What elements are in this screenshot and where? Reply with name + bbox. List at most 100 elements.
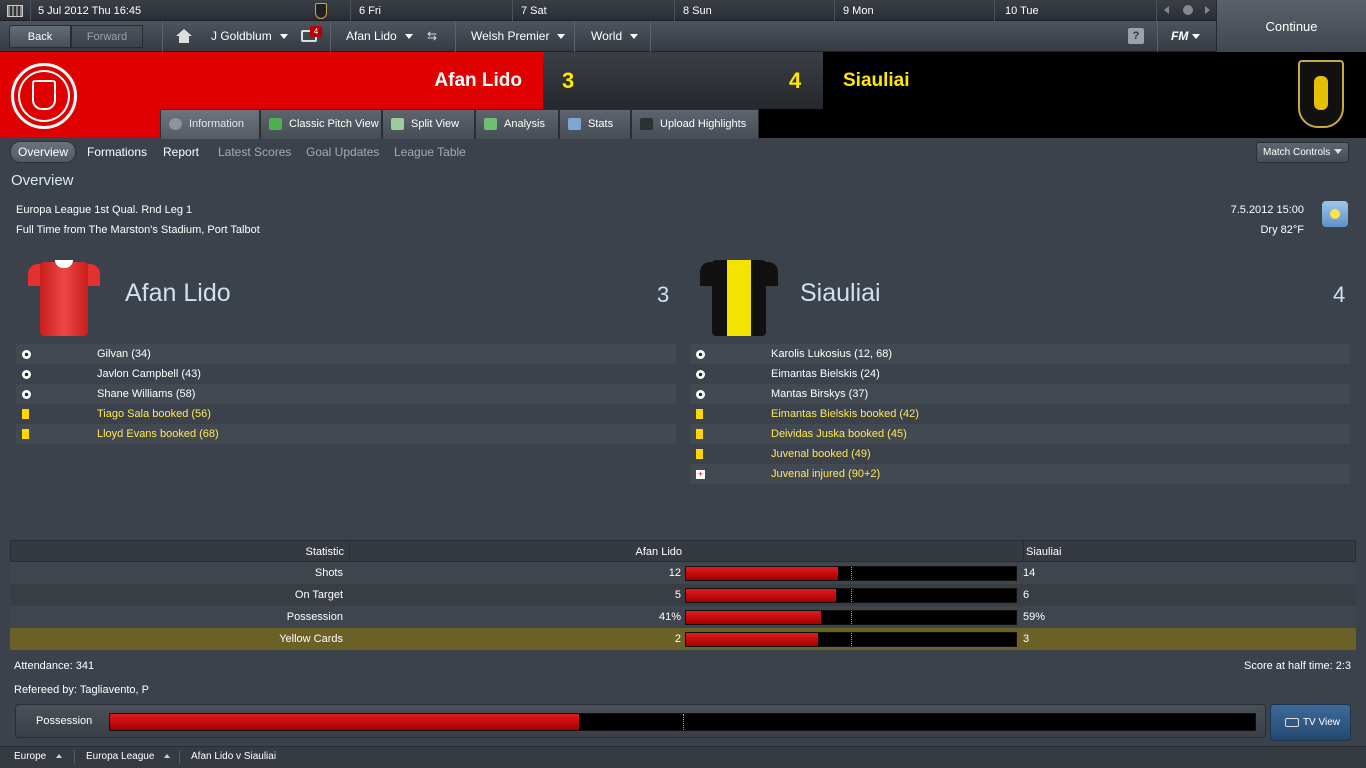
league-menu[interactable]: Welsh Premier: [471, 21, 566, 52]
stat-bar-midline: [851, 633, 852, 646]
continue-button[interactable]: Continue: [1216, 0, 1366, 52]
away-score: 4: [789, 68, 802, 93]
subnav-report[interactable]: Report: [163, 143, 199, 161]
swap-icon[interactable]: ⇆: [427, 30, 443, 42]
stat-away-value: 3: [1023, 633, 1030, 645]
away-team-score: 4: [1333, 282, 1346, 307]
event-text[interactable]: Mantas Birskys (37): [771, 384, 868, 404]
fm-label: FM: [1171, 29, 1189, 43]
tab-classic-pitch-view[interactable]: Classic Pitch View: [260, 109, 382, 139]
referee-label[interactable]: Refereed by: Tagliavento, P: [14, 684, 149, 696]
event-text[interactable]: Tiago Sala booked (56): [97, 404, 211, 424]
tab-information[interactable]: Information: [160, 109, 260, 139]
stat-comparison-bar: [685, 566, 1017, 581]
event-text[interactable]: Shane Williams (58): [97, 384, 195, 404]
current-date: 5 Jul 2012 Thu 16:45: [30, 0, 310, 21]
calendar-day[interactable]: 6 Fri: [350, 0, 512, 21]
club-name: Afan Lido: [346, 29, 397, 43]
tab-analysis[interactable]: Analysis: [475, 109, 559, 139]
back-button[interactable]: Back: [9, 25, 71, 48]
breadcrumb-europe[interactable]: Europe: [14, 748, 63, 766]
stat-name: On Target: [294, 589, 343, 601]
world-menu[interactable]: World: [591, 21, 639, 52]
stats-row[interactable]: Yellow Cards 2 3: [10, 628, 1356, 650]
calendar-day[interactable]: 8 Sun: [674, 0, 834, 21]
stat-away-value: 6: [1023, 589, 1030, 601]
fm-menu[interactable]: FM: [1171, 21, 1201, 52]
stat-bar-fill: [686, 633, 818, 646]
chevron-up-icon: [164, 754, 171, 758]
venue-label: Full Time from The Marston's Stadium, Po…: [16, 224, 260, 236]
subnav-goal-updates[interactable]: Goal Updates: [306, 143, 379, 161]
calendar-day[interactable]: 10 Tue: [994, 0, 1156, 21]
event-row: Juvenal booked (49): [690, 444, 1350, 464]
tv-view-button[interactable]: TV View: [1270, 704, 1351, 741]
forward-button[interactable]: Forward: [71, 25, 143, 48]
calendar-day[interactable]: 7 Sat: [512, 0, 674, 21]
away-team-title[interactable]: Siauliai: [800, 279, 881, 308]
subnav-overview[interactable]: Overview: [10, 141, 76, 163]
event-text[interactable]: Eimantas Bielskis booked (42): [771, 404, 919, 424]
home-team-title[interactable]: Afan Lido: [125, 279, 231, 308]
event-row: Karolis Lukosius (12, 68): [690, 344, 1350, 364]
tab-label: Stats: [588, 118, 614, 130]
chevron-down-icon: [1192, 34, 1201, 39]
prev-arrow-icon[interactable]: [1164, 6, 1169, 14]
tab-label: Information: [189, 118, 245, 130]
subnav-latest-scores[interactable]: Latest Scores: [218, 143, 291, 161]
subnav-formations[interactable]: Formations: [87, 143, 147, 161]
analysis-icon: [484, 118, 497, 130]
attendance-label: Attendance: 341: [14, 660, 95, 672]
split-icon: [391, 118, 404, 130]
stat-bar-fill: [686, 589, 836, 602]
away-team-name[interactable]: Siauliai: [843, 52, 910, 109]
event-text[interactable]: Juvenal injured (90+2): [771, 464, 880, 484]
possession-bar-fill: [110, 714, 580, 730]
event-text[interactable]: Deividas Juska booked (45): [771, 424, 907, 444]
home-team-name[interactable]: Afan Lido: [300, 52, 522, 109]
stats-icon: [568, 118, 581, 130]
home-score: 3: [562, 68, 575, 93]
stats-row[interactable]: Shots 12 14: [10, 562, 1356, 584]
event-text[interactable]: Karolis Lukosius (12, 68): [771, 344, 892, 364]
stats-row[interactable]: On Target 5 6: [10, 584, 1356, 606]
home-club-crest[interactable]: [11, 63, 77, 129]
breadcrumb-label: Europa League: [86, 751, 155, 762]
tab-stats[interactable]: Stats: [559, 109, 631, 139]
calendar-scroll: [1156, 0, 1216, 21]
calendar-icon[interactable]: [7, 5, 23, 17]
event-text[interactable]: Juvenal booked (49): [771, 444, 871, 464]
stats-row[interactable]: Possession 41% 59%: [10, 606, 1356, 628]
stat-away-value: 59%: [1023, 611, 1046, 623]
subnav-league-table[interactable]: League Table: [394, 143, 466, 161]
stat-home-value: 5: [674, 589, 681, 601]
page-title: Overview: [11, 172, 74, 189]
home-icon[interactable]: [176, 29, 192, 43]
tab-split-view[interactable]: Split View: [382, 109, 475, 139]
competition-label[interactable]: Europa League 1st Qual. Rnd Leg 1: [16, 204, 192, 216]
next-arrow-icon[interactable]: [1205, 6, 1210, 14]
event-text[interactable]: Javlon Campbell (43): [97, 364, 201, 384]
event-text[interactable]: Eimantas Bielskis (24): [771, 364, 880, 384]
stats-header-home: Afan Lido: [349, 541, 682, 563]
breadcrumb-europa-league[interactable]: Europa League: [86, 748, 171, 766]
calendar-day[interactable]: 9 Mon: [834, 0, 994, 21]
breadcrumb-match[interactable]: Afan Lido v Siauliai: [191, 748, 276, 766]
stat-name: Possession: [286, 611, 343, 623]
club-crest-small[interactable]: [315, 3, 327, 19]
stat-home-value: 12: [668, 567, 681, 579]
tab-upload-highlights[interactable]: Upload Highlights: [631, 109, 759, 139]
match-controls-button[interactable]: Match Controls: [1256, 142, 1349, 163]
stat-bar-midline: [851, 567, 852, 580]
away-club-crest[interactable]: [1298, 60, 1344, 128]
event-row: Gilvan (34): [16, 344, 676, 364]
chevron-down-icon: [630, 34, 639, 39]
event-text[interactable]: Lloyd Evans booked (68): [97, 424, 219, 444]
club-menu[interactable]: Afan Lido: [346, 21, 413, 52]
chevron-down-icon: [404, 34, 413, 39]
today-dot-icon[interactable]: [1183, 5, 1193, 15]
help-button[interactable]: ?: [1128, 28, 1144, 44]
event-text[interactable]: Gilvan (34): [97, 344, 151, 364]
manager-menu[interactable]: J Goldblum: [211, 21, 288, 52]
event-row: Lloyd Evans booked (68): [16, 424, 676, 444]
